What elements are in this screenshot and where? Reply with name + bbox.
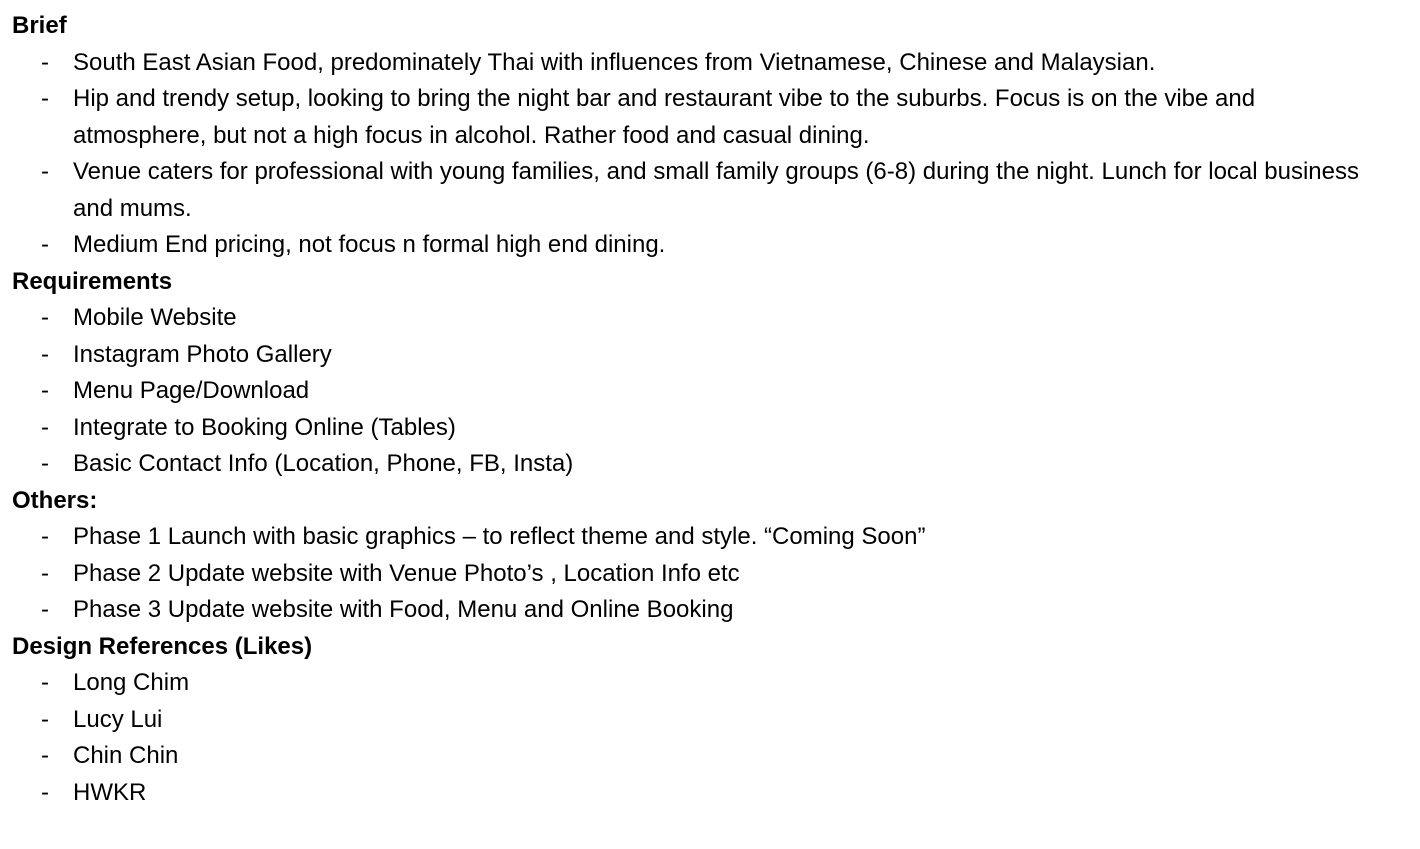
dash-marker: - [41, 596, 49, 623]
list-item-text: Hip and trendy setup, looking to bring t… [73, 85, 1256, 149]
list-item-text: Phase 2 Update website with Venue Photo’… [73, 559, 740, 587]
list-item: - Phase 1 Launch with basic graphics – to… [12, 519, 1408, 556]
list-item: - Hip and trendy setup, looking to bring … [12, 81, 1408, 154]
dash-marker: - [41, 559, 49, 587]
dash-marker: - [41, 669, 49, 696]
list-item: - South East Asian Food, predominately Th… [12, 45, 1408, 82]
list-item-text: Phase 3 Update website with Food, Menu a… [73, 596, 734, 623]
section-heading: Others: [12, 486, 98, 514]
section-brief: Brief - South East Asian Food, predominat… [12, 8, 1408, 264]
list-item-text: HWKR [73, 778, 147, 806]
dash-marker: - [41, 778, 49, 806]
dash-marker: - [41, 340, 49, 368]
list-item: - Venue caters for professional with youn… [12, 154, 1408, 227]
list-item-text: Venue caters for professional with young… [73, 158, 1360, 222]
dash-marker: - [41, 705, 49, 733]
section-others: Others: - Phase 1 Launch with basic graph… [12, 483, 1408, 629]
section-heading: Requirements [12, 267, 173, 295]
list-item-text: Basic Contact Info (Location, Phone, FB,… [73, 450, 574, 477]
list-item: - HWKR [12, 775, 1408, 812]
list-item-text: Mobile Website [73, 304, 237, 331]
dash-marker: - [41, 304, 49, 331]
list-item-text: Phase 1 Launch with basic graphics – to … [73, 523, 926, 550]
list-item: - Chin Chin [12, 738, 1408, 775]
list-item: - Lucy Lui [12, 702, 1408, 739]
list-item: - Instagram Photo Gallery [12, 337, 1408, 374]
document-body: Brief - South East Asian Food, predominat… [12, 8, 1408, 811]
list-item-text: Long Chim [73, 669, 190, 696]
dash-marker: - [41, 48, 49, 76]
section-heading: Design References (Likes) [12, 632, 313, 660]
list-item: - Basic Contact Info (Location, Phone, FB… [12, 446, 1408, 483]
list-item: - Phase 2 Update website with Venue Photo… [12, 556, 1408, 593]
list-item: - Phase 3 Update website with Food, Menu … [12, 592, 1408, 629]
list-item-text: Integrate to Booking Online (Tables) [73, 413, 456, 441]
list-item-text: South East Asian Food, predominately Tha… [73, 48, 1156, 76]
dash-marker: - [41, 523, 49, 550]
section-heading: Brief [12, 12, 67, 39]
list-item: - Medium End pricing, not focus n formal … [12, 227, 1408, 264]
dash-marker: - [41, 377, 49, 404]
dash-marker: - [41, 158, 49, 185]
list-item: - Mobile Website [12, 300, 1408, 337]
list-item: - Menu Page/Download [12, 373, 1408, 410]
bullet-list: - Mobile Website - Instagram Photo Gallery… [12, 300, 1408, 483]
bullet-list: - South East Asian Food, predominately Th… [12, 45, 1408, 264]
list-item-text: Menu Page/Download [73, 377, 310, 404]
bullet-list: - Long Chim - Lucy Lui - Chin Chin - HWKR [12, 665, 1408, 811]
list-item-text: Chin Chin [73, 742, 179, 769]
dash-marker: - [41, 231, 49, 258]
list-item-text: Instagram Photo Gallery [73, 340, 332, 368]
dash-marker: - [41, 413, 49, 441]
list-item-text: Lucy Lui [73, 705, 163, 733]
dash-marker: - [41, 742, 49, 769]
section-requirements: Requirements - Mobile Website - Instagram … [12, 264, 1408, 483]
section-design-references: Design References (Likes) - Long Chim - Lu… [12, 629, 1408, 812]
dash-marker: - [41, 85, 49, 112]
list-item: - Long Chim [12, 665, 1408, 702]
bullet-list: - Phase 1 Launch with basic graphics – to… [12, 519, 1408, 629]
list-item-text: Medium End pricing, not focus n formal h… [73, 231, 666, 258]
dash-marker: - [41, 450, 49, 477]
list-item: - Integrate to Booking Online (Tables) [12, 410, 1408, 447]
